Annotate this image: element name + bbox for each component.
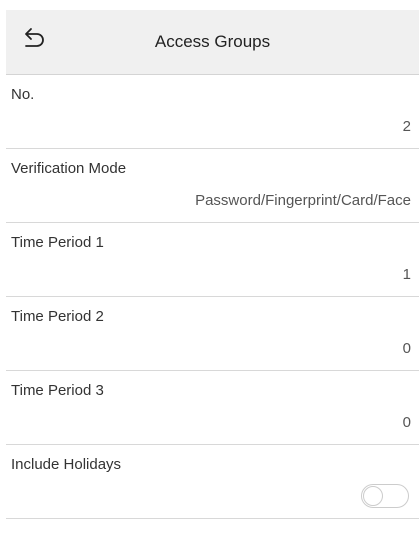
row-value: 0	[402, 414, 411, 431]
settings-list: No. 2 Verification Mode Password/Fingerp…	[6, 75, 419, 519]
page-title: Access Groups	[154, 32, 271, 51]
row-time-period-2[interactable]: Time Period 2 0	[6, 297, 419, 371]
header-bar: Access Groups	[6, 10, 419, 75]
row-include-holidays: Include Holidays	[6, 445, 419, 519]
row-label: Time Period 2	[11, 308, 104, 325]
toggle-knob	[363, 486, 383, 506]
row-value: 2	[402, 118, 411, 135]
row-time-period-1[interactable]: Time Period 1 1	[6, 223, 419, 297]
row-value: Password/Fingerprint/Card/Face	[195, 192, 411, 209]
row-value: 0	[402, 340, 411, 357]
row-label: Time Period 1	[11, 234, 104, 251]
row-time-period-3[interactable]: Time Period 3 0	[6, 371, 419, 445]
row-label: Time Period 3	[11, 382, 104, 399]
row-label: Verification Mode	[11, 160, 127, 177]
access-groups-screen: Access Groups No. 2 Verification Mode Pa…	[0, 0, 419, 539]
row-label: Include Holidays	[11, 456, 122, 473]
row-label: No.	[11, 86, 35, 103]
row-verification-mode[interactable]: Verification Mode Password/Fingerprint/C…	[6, 149, 419, 223]
row-value: 1	[402, 266, 411, 283]
include-holidays-toggle[interactable]	[361, 484, 409, 508]
row-number[interactable]: No. 2	[6, 75, 419, 149]
